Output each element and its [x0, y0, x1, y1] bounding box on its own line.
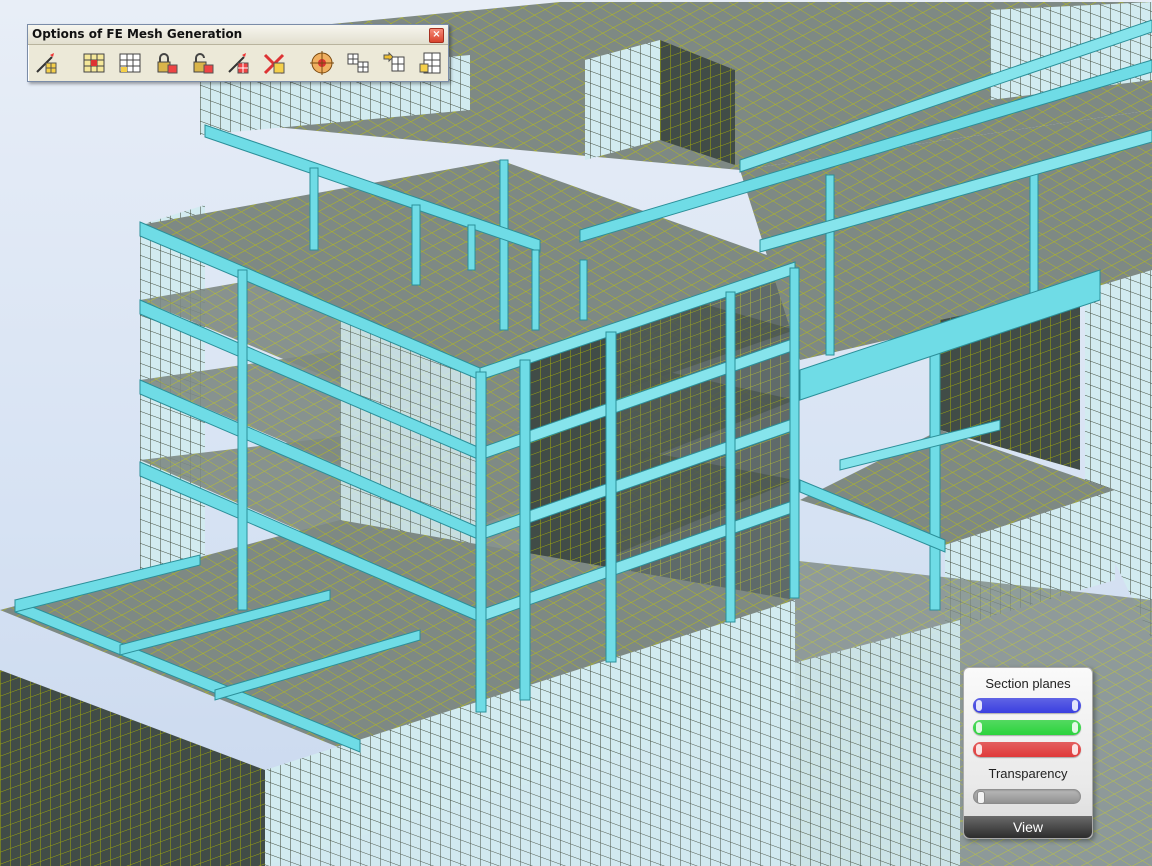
mesh-remove-icon [263, 53, 285, 75]
section-plane-green-bar[interactable] [973, 720, 1081, 735]
fe-mesh-toolbar: Options of FE Mesh Generation × [27, 24, 449, 82]
upper-wall-2 [585, 40, 660, 160]
mesh-delaunay-icon [419, 52, 441, 74]
mesh-coons-icon [383, 51, 405, 72]
mesh-point-button[interactable] [308, 49, 336, 77]
transparency-slider[interactable] [973, 789, 1081, 804]
plane-handle-right[interactable] [1072, 700, 1078, 711]
mesh-refine-button[interactable] [224, 49, 252, 77]
plane-handle-left[interactable] [976, 744, 982, 755]
section-plane-blue-bar[interactable] [973, 698, 1081, 713]
mesh-refine-icon [228, 53, 249, 74]
mesh-generate-icon [36, 53, 57, 74]
mesh-emitter-button[interactable] [344, 49, 372, 77]
mesh-panel-button[interactable] [80, 49, 108, 77]
plane-handle-right[interactable] [1072, 722, 1078, 733]
plane-handle-right[interactable] [1072, 744, 1078, 755]
mesh-delete-icon [119, 53, 141, 73]
view-button[interactable]: View [964, 816, 1092, 838]
toolbar-title: Options of FE Mesh Generation [32, 27, 243, 41]
mesh-delete-button[interactable] [116, 49, 144, 77]
mesh-point-icon [310, 51, 334, 75]
mesh-delaunay-button[interactable] [416, 49, 444, 77]
close-icon: × [432, 29, 441, 40]
mesh-lock-button[interactable] [152, 49, 180, 77]
mesh-generate-button[interactable] [32, 49, 60, 77]
toolbar-titlebar[interactable]: Options of FE Mesh Generation × [28, 25, 448, 45]
close-button[interactable]: × [429, 28, 444, 43]
plane-handle-left[interactable] [976, 722, 982, 733]
mesh-unlock-button[interactable] [188, 49, 216, 77]
mesh-lock-icon [157, 53, 178, 74]
plane-handle-left[interactable] [976, 700, 982, 711]
mesh-emitter-icon [347, 53, 369, 73]
transparency-slider-knob[interactable] [977, 791, 985, 804]
transparency-label: Transparency [988, 766, 1068, 781]
mesh-unlock-icon [193, 53, 214, 74]
mesh-remove-button[interactable] [260, 49, 288, 77]
section-planes-panel: Section planes Transparency View [963, 667, 1093, 839]
section-plane-red-bar[interactable] [973, 742, 1081, 757]
mesh-panel-icon [83, 53, 105, 73]
section-planes-title: Section planes [985, 676, 1071, 691]
mesh-coons-button[interactable] [380, 49, 408, 77]
